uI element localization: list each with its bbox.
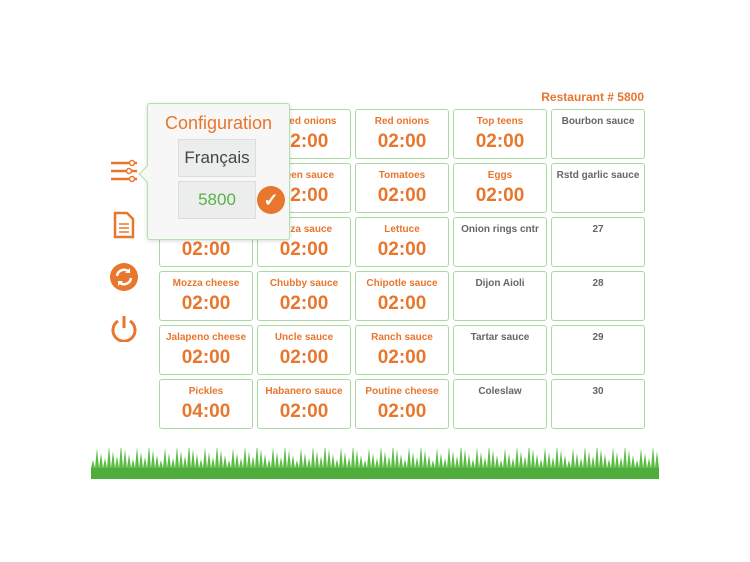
cell-time: 02:00 <box>377 293 427 314</box>
cell-label: Top teens <box>476 116 524 127</box>
timer-cell[interactable]: Mozza cheese 02:00 <box>159 271 253 321</box>
timer-cell[interactable]: Tomatoes 02:00 <box>355 163 449 213</box>
configuration-popover: Configuration Français 5800 <box>147 103 290 240</box>
language-button[interactable]: Français <box>178 139 256 177</box>
config-title: Configuration <box>164 113 273 133</box>
timer-cell[interactable]: Chubby sauce 02:00 <box>257 271 351 321</box>
restaurant-number-field[interactable]: 5800 <box>178 181 256 219</box>
confirm-check-icon[interactable]: ✓ <box>257 186 285 214</box>
settings-sliders-icon[interactable] <box>110 159 138 183</box>
cell-time: 02:00 <box>181 293 231 314</box>
power-icon[interactable] <box>110 314 138 342</box>
timer-cell[interactable]: Habanero sauce 02:00 <box>257 379 351 429</box>
grass-decoration <box>91 448 659 479</box>
timer-cell[interactable]: Onion rings cntr <box>453 217 547 267</box>
cell-label: Poutine cheese <box>365 386 439 397</box>
timer-cell[interactable]: Uncle sauce 02:00 <box>257 325 351 375</box>
cell-time: 02:00 <box>279 401 329 422</box>
cell-label: Chipotle sauce <box>366 278 438 289</box>
timer-cell[interactable]: Pickles 04:00 <box>159 379 253 429</box>
cell-time: 02:00 <box>279 293 329 314</box>
cell-time: 02:00 <box>475 131 525 152</box>
grass-base <box>91 468 659 479</box>
cell-label: 29 <box>592 332 604 343</box>
cell-time: 02:00 <box>279 239 329 260</box>
cell-label: 27 <box>592 224 604 235</box>
cell-label: Pickles <box>188 386 224 397</box>
cell-time: 02:00 <box>377 347 427 368</box>
timer-cell[interactable]: Tartar sauce <box>453 325 547 375</box>
cell-label: Onion rings cntr <box>461 224 539 235</box>
refresh-icon[interactable] <box>110 263 138 291</box>
cell-time: 02:00 <box>181 239 231 260</box>
timer-cell[interactable]: Jalapeno cheese 02:00 <box>159 325 253 375</box>
cell-time: 02:00 <box>279 347 329 368</box>
timer-cell[interactable]: Dijon Aioli <box>453 271 547 321</box>
restaurant-title: Restaurant # 5800 <box>541 90 644 104</box>
cell-label: 30 <box>592 386 604 397</box>
cell-label: Jalapeno cheese <box>165 332 247 343</box>
cell-label: Lettuce <box>384 224 420 235</box>
timer-cell[interactable]: Top teens 02:00 <box>453 109 547 159</box>
cell-label: Habanero sauce <box>265 386 343 397</box>
timer-cell[interactable]: Bourbon sauce <box>551 109 645 159</box>
cell-label: Coleslaw <box>478 386 522 397</box>
timer-cell[interactable]: 29 <box>551 325 645 375</box>
timer-cell[interactable]: 27 <box>551 217 645 267</box>
timer-cell[interactable]: Coleslaw <box>453 379 547 429</box>
timer-cell[interactable]: Poutine cheese 02:00 <box>355 379 449 429</box>
cell-time: 02:00 <box>377 401 427 422</box>
timer-cell[interactable]: 30 <box>551 379 645 429</box>
cell-label: Red onions <box>374 116 430 127</box>
cell-label: Eggs <box>487 170 513 181</box>
timer-cell[interactable]: Rstd garlic sauce <box>551 163 645 213</box>
cell-label: Ranch sauce <box>371 332 433 343</box>
timer-cell[interactable]: Eggs 02:00 <box>453 163 547 213</box>
cell-time: 04:00 <box>181 401 231 422</box>
cell-label: Uncle sauce <box>274 332 334 343</box>
timer-cell[interactable]: Chipotle sauce 02:00 <box>355 271 449 321</box>
timer-cell[interactable]: Ranch sauce 02:00 <box>355 325 449 375</box>
cell-label: Dijon Aioli <box>475 278 525 289</box>
cell-label: Chubby sauce <box>269 278 339 289</box>
timer-cell[interactable]: Lettuce 02:00 <box>355 217 449 267</box>
cell-label: Tomatoes <box>378 170 426 181</box>
cell-time: 02:00 <box>377 239 427 260</box>
cell-label: 28 <box>592 278 604 289</box>
cell-label: Tartar sauce <box>470 332 530 343</box>
cell-time: 02:00 <box>377 185 427 206</box>
cell-label: Bourbon sauce <box>561 116 635 127</box>
cell-time: 02:00 <box>377 131 427 152</box>
cell-label: Mozza cheese <box>172 278 240 289</box>
timer-cell[interactable]: 28 <box>551 271 645 321</box>
cell-time: 02:00 <box>181 347 231 368</box>
timer-cell[interactable]: Red onions 02:00 <box>355 109 449 159</box>
document-icon[interactable] <box>113 211 135 239</box>
cell-time: 02:00 <box>475 185 525 206</box>
cell-label: Rstd garlic sauce <box>556 170 640 181</box>
